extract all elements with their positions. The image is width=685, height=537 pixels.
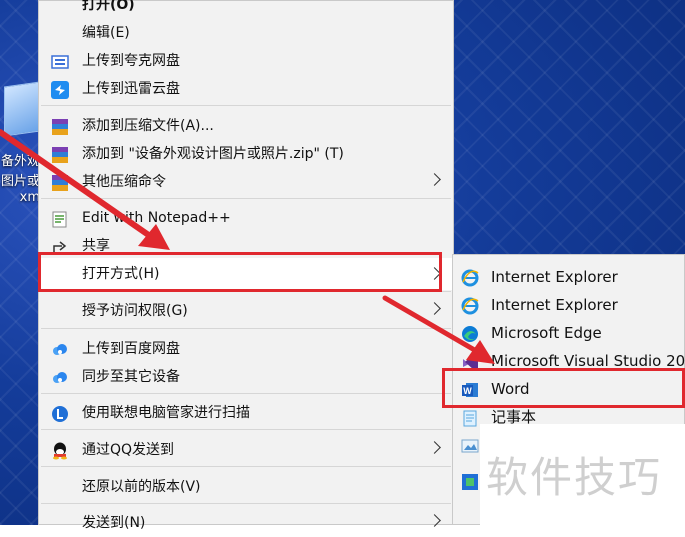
desktop-file-label-line1: 备外观 — [0, 154, 40, 169]
menu-item-label: 授予访问权限(G) — [82, 303, 188, 319]
menu-item-label: 同步至其它设备 — [82, 369, 180, 385]
word-highlight-box — [442, 368, 685, 408]
submenu-item-internet-explorer-2[interactable]: Internet Explorer — [453, 291, 684, 319]
lenovo-shield-icon — [51, 405, 69, 423]
menu-item-upload-quark[interactable]: 上传到夸克网盘 — [39, 47, 453, 75]
notepad-plus-plus-icon — [51, 210, 69, 228]
menu-item-edit[interactable]: 编辑(E) — [39, 19, 453, 47]
menu-separator — [41, 393, 451, 394]
archive-icon — [51, 118, 69, 136]
watermark-text: 软件技巧 — [480, 424, 685, 525]
menu-item-label: 其他压缩命令 — [82, 174, 166, 190]
menu-item-lenovo-scan[interactable]: 使用联想电脑管家进行扫描 — [39, 399, 453, 427]
menu-item-add-archive[interactable]: 添加到压缩文件(A)... — [39, 112, 453, 140]
desktop-file-label-line2: 图片或 — [0, 174, 40, 189]
menu-item-label: 添加到压缩文件(A)... — [82, 118, 214, 134]
chevron-right-icon — [428, 173, 441, 186]
menu-item-restore-versions[interactable]: 还原以前的版本(V) — [39, 473, 453, 501]
menu-item-upload-baidu[interactable]: 上传到百度网盘 — [39, 335, 453, 363]
document-icon — [4, 81, 40, 137]
menu-item-other-compress[interactable]: 其他压缩命令 — [39, 168, 453, 196]
menu-item-send-to[interactable]: 发送到(N) — [39, 509, 453, 537]
menu-item-label: 编辑(E) — [82, 25, 130, 41]
chevron-right-icon — [428, 441, 441, 454]
quark-drive-icon — [51, 53, 69, 71]
menu-item-sync-devices[interactable]: 同步至其它设备 — [39, 363, 453, 391]
menu-item-upload-xunlei[interactable]: 上传到迅雷云盘 — [39, 75, 453, 103]
baidu-netdisk-icon — [51, 341, 69, 359]
qq-icon — [51, 442, 69, 460]
menu-item-label: 上传到夸克网盘 — [82, 53, 180, 69]
submenu-item-label: Internet Explorer — [491, 296, 618, 314]
submenu-item-edge[interactable]: Microsoft Edge — [453, 319, 684, 347]
desktop-file-icon[interactable] — [0, 80, 40, 140]
xunlei-cloud-icon — [51, 81, 69, 99]
menu-separator — [41, 466, 451, 467]
menu-separator — [41, 105, 451, 106]
edge-icon — [461, 325, 479, 343]
desktop-file-label-line3: xm — [19, 190, 40, 205]
archive-icon — [51, 146, 69, 164]
submenu-item-label: Microsoft Edge — [491, 324, 602, 342]
internet-explorer-icon — [461, 297, 479, 315]
menu-item-label: 打开(O) — [82, 0, 135, 13]
menu-item-open[interactable]: 打开(O) — [39, 0, 453, 19]
app-icon — [461, 473, 479, 491]
image-viewer-icon — [461, 437, 479, 455]
menu-item-notepad-plus-plus[interactable]: Edit with Notepad++ — [39, 204, 453, 232]
menu-separator — [41, 503, 451, 504]
menu-separator — [41, 198, 451, 199]
menu-item-label: 上传到百度网盘 — [82, 341, 180, 357]
baidu-netdisk-icon — [51, 369, 69, 387]
internet-explorer-icon — [461, 269, 479, 287]
submenu-item-label: Internet Explorer — [491, 268, 618, 286]
menu-item-grant-access[interactable]: 授予访问权限(G) — [39, 297, 453, 325]
open-with-highlight-box — [38, 252, 442, 292]
menu-item-label: 上传到迅雷云盘 — [82, 81, 180, 97]
chevron-right-icon — [428, 302, 441, 315]
menu-separator — [41, 429, 451, 430]
menu-item-label: Edit with Notepad++ — [82, 210, 231, 226]
menu-separator — [41, 328, 451, 329]
archive-icon — [51, 174, 69, 192]
menu-item-label: 通过QQ发送到 — [82, 442, 175, 458]
menu-item-add-zip[interactable]: 添加到 "设备外观设计图片或照片.zip" (T) — [39, 140, 453, 168]
menu-item-send-qq[interactable]: 通过QQ发送到 — [39, 436, 453, 464]
menu-item-label: 发送到(N) — [82, 515, 146, 531]
menu-item-label: 使用联想电脑管家进行扫描 — [82, 405, 250, 421]
notepad-icon — [461, 409, 479, 427]
menu-item-label: 还原以前的版本(V) — [82, 479, 201, 495]
submenu-item-internet-explorer[interactable]: Internet Explorer — [453, 263, 684, 291]
menu-item-label: 添加到 "设备外观设计图片或照片.zip" (T) — [82, 146, 344, 162]
